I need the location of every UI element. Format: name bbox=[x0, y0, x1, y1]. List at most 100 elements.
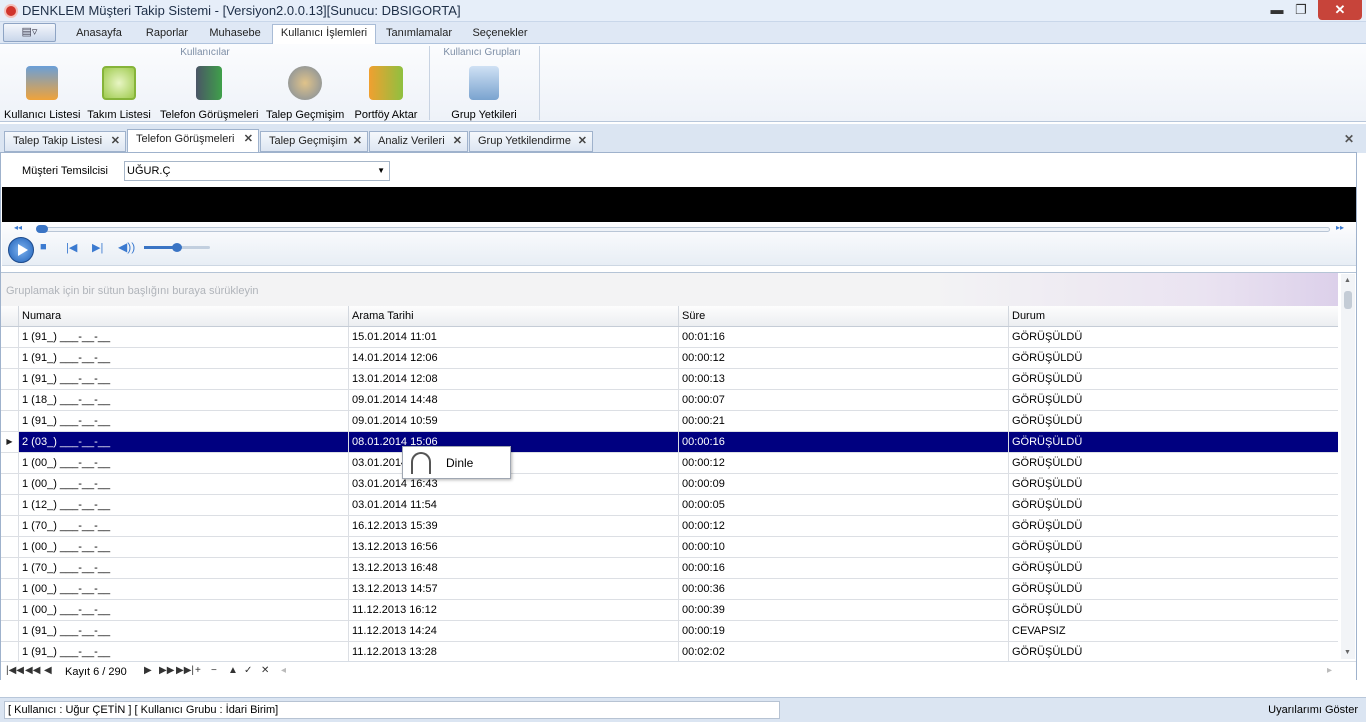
scroll-up-icon[interactable]: ▲ bbox=[1344, 277, 1351, 284]
first-record-icon[interactable]: |◀◀ bbox=[6, 665, 24, 676]
next-page-icon[interactable]: ▶▶ bbox=[159, 665, 174, 676]
cell-numara[interactable]: 1 (00_) ___-__-__ bbox=[18, 600, 348, 620]
cell-durum[interactable]: GÖRÜŞÜLDÜ bbox=[1008, 516, 1338, 536]
table-row[interactable]: 1 (91_) ___-__-__ 14.01.2014 12:06 00:00:1… bbox=[1, 348, 1338, 369]
play-button[interactable] bbox=[8, 237, 34, 263]
column-header-durum[interactable]: Durum bbox=[1008, 306, 1338, 326]
tab-raporlar[interactable]: Raporlar bbox=[136, 25, 198, 44]
edit-record-icon[interactable]: ▲ bbox=[228, 665, 238, 676]
cell-sure[interactable]: 00:00:21 bbox=[678, 411, 1008, 431]
table-row[interactable]: 1 (91_) ___-__-__ 13.01.2014 12:08 00:00:1… bbox=[1, 369, 1338, 390]
cell-arama-tarihi[interactable]: 09.01.2014 14:48 bbox=[348, 390, 678, 410]
row-indicator[interactable] bbox=[1, 558, 18, 578]
cell-durum[interactable]: GÖRÜŞÜLDÜ bbox=[1008, 579, 1338, 599]
cell-durum[interactable]: GÖRÜŞÜLDÜ bbox=[1008, 474, 1338, 494]
row-indicator[interactable] bbox=[1, 495, 18, 515]
close-tab-icon[interactable]: ✕ bbox=[244, 130, 253, 149]
cell-numara[interactable]: 1 (70_) ___-__-__ bbox=[18, 516, 348, 536]
doc-tab-talep-gecmisim[interactable]: Talep Geçmişim ✕ bbox=[260, 131, 368, 152]
close-button[interactable]: ✕ bbox=[1318, 0, 1362, 20]
cell-sure[interactable]: 00:00:10 bbox=[678, 537, 1008, 557]
scroll-left-icon[interactable]: ◂ bbox=[281, 665, 286, 676]
cell-durum[interactable]: GÖRÜŞÜLDÜ bbox=[1008, 453, 1338, 473]
cell-arama-tarihi[interactable]: 13.01.2014 12:08 bbox=[348, 369, 678, 389]
cell-numara[interactable]: 1 (91_) ___-__-__ bbox=[18, 327, 348, 347]
volume-icon[interactable]: ◀)) bbox=[118, 240, 135, 254]
scroll-right-icon[interactable]: ▸ bbox=[1327, 665, 1332, 676]
cell-arama-tarihi[interactable]: 15.01.2014 11:01 bbox=[348, 327, 678, 347]
application-menu-button[interactable]: ▤▿ bbox=[3, 23, 56, 42]
cell-sure[interactable]: 00:00:16 bbox=[678, 558, 1008, 578]
cell-durum[interactable]: GÖRÜŞÜLDÜ bbox=[1008, 369, 1338, 389]
cell-sure[interactable]: 00:00:19 bbox=[678, 621, 1008, 641]
group-panel[interactable]: Gruplamak için bir sütun başlığını buray… bbox=[1, 273, 1338, 306]
cell-numara[interactable]: 1 (18_) ___-__-__ bbox=[18, 390, 348, 410]
column-header-numara[interactable]: Numara bbox=[18, 306, 348, 326]
tab-muhasebe[interactable]: Muhasebe bbox=[198, 25, 272, 44]
close-tab-icon[interactable]: ✕ bbox=[111, 132, 120, 151]
table-row[interactable]: 1 (18_) ___-__-__ 09.01.2014 14:48 00:00:0… bbox=[1, 390, 1338, 411]
table-row[interactable]: 1 (91_) ___-__-__ 11.12.2013 14:24 00:00:1… bbox=[1, 621, 1338, 642]
doc-tab-telefon-gorusmeleri[interactable]: Telefon Görüşmeleri ✕ bbox=[127, 129, 259, 153]
musteri-temsilcisi-select[interactable]: UĞUR.Ç ▼ bbox=[124, 161, 390, 181]
row-indicator[interactable] bbox=[1, 474, 18, 494]
cell-sure[interactable]: 00:00:12 bbox=[678, 516, 1008, 536]
volume-thumb[interactable] bbox=[172, 243, 182, 252]
cell-durum[interactable]: GÖRÜŞÜLDÜ bbox=[1008, 558, 1338, 578]
cell-sure[interactable]: 00:00:39 bbox=[678, 600, 1008, 620]
row-indicator[interactable] bbox=[1, 327, 18, 347]
previous-page-icon[interactable]: ◀◀ bbox=[25, 665, 40, 676]
cell-arama-tarihi[interactable]: 13.12.2013 16:48 bbox=[348, 558, 678, 578]
scroll-thumb[interactable] bbox=[1344, 291, 1352, 309]
row-indicator[interactable] bbox=[1, 537, 18, 557]
cell-numara[interactable]: 1 (00_) ___-__-__ bbox=[18, 453, 348, 473]
close-tab-icon[interactable]: ✕ bbox=[578, 132, 587, 151]
cell-arama-tarihi[interactable]: 13.12.2013 16:56 bbox=[348, 537, 678, 557]
close-tab-icon[interactable]: ✕ bbox=[353, 132, 362, 151]
seek-thumb[interactable] bbox=[36, 225, 48, 233]
row-indicator[interactable] bbox=[1, 642, 18, 662]
cell-arama-tarihi[interactable]: 03.01.2014 11:54 bbox=[348, 495, 678, 515]
cell-arama-tarihi[interactable]: 13.12.2013 14:57 bbox=[348, 579, 678, 599]
last-record-icon[interactable]: ▶▶| bbox=[176, 665, 194, 676]
row-indicator[interactable] bbox=[1, 516, 18, 536]
cell-numara[interactable]: 1 (91_) ___-__-__ bbox=[18, 642, 348, 662]
cell-durum[interactable]: GÖRÜŞÜLDÜ bbox=[1008, 411, 1338, 431]
cell-numara[interactable]: 1 (00_) ___-__-__ bbox=[18, 579, 348, 599]
cell-durum[interactable]: GÖRÜŞÜLDÜ bbox=[1008, 537, 1338, 557]
table-row[interactable]: 1 (12_) ___-__-__ 03.01.2014 11:54 00:00:0… bbox=[1, 495, 1338, 516]
cell-arama-tarihi[interactable]: 03.01.2014 bbox=[348, 453, 678, 473]
cell-durum[interactable]: GÖRÜŞÜLDÜ bbox=[1008, 348, 1338, 368]
cell-durum[interactable]: GÖRÜŞÜLDÜ bbox=[1008, 642, 1338, 662]
seek-bar[interactable] bbox=[38, 227, 1330, 232]
add-record-icon[interactable]: + bbox=[195, 665, 201, 676]
context-menu-item-dinle[interactable]: Dinle bbox=[446, 456, 473, 470]
delete-record-icon[interactable]: − bbox=[211, 665, 217, 676]
table-row[interactable]: 1 (00_) ___-__-__ 13.12.2013 14:57 00:00:3… bbox=[1, 579, 1338, 600]
cell-durum[interactable]: GÖRÜŞÜLDÜ bbox=[1008, 327, 1338, 347]
cell-sure[interactable]: 00:00:12 bbox=[678, 453, 1008, 473]
grup-yetkileri-button[interactable]: Grup Yetkileri bbox=[448, 66, 520, 121]
stop-icon[interactable]: ■ bbox=[40, 241, 47, 253]
cell-sure[interactable]: 00:00:12 bbox=[678, 348, 1008, 368]
cell-sure[interactable]: 00:00:09 bbox=[678, 474, 1008, 494]
table-row[interactable]: 1 (91_) ___-__-__ 09.01.2014 10:59 00:00:2… bbox=[1, 411, 1338, 432]
row-indicator[interactable] bbox=[1, 348, 18, 368]
tab-anasayfa[interactable]: Anasayfa bbox=[62, 25, 136, 44]
fast-forward-icon[interactable]: ▸▸ bbox=[1336, 223, 1344, 232]
cell-sure[interactable]: 00:00:07 bbox=[678, 390, 1008, 410]
cell-numara[interactable]: 1 (91_) ___-__-__ bbox=[18, 369, 348, 389]
cancel-record-icon[interactable]: ✕ bbox=[261, 665, 269, 676]
table-row[interactable]: 1 (91_) ___-__-__ 11.12.2013 13:28 00:02:0… bbox=[1, 642, 1338, 663]
table-row[interactable]: 1 (91_) ___-__-__ 15.01.2014 11:01 00:01:1… bbox=[1, 327, 1338, 348]
cell-sure[interactable]: 00:00:13 bbox=[678, 369, 1008, 389]
cell-sure[interactable]: 00:00:36 bbox=[678, 579, 1008, 599]
next-record-icon[interactable]: ▶ bbox=[144, 665, 152, 676]
cell-arama-tarihi[interactable]: 11.12.2013 14:24 bbox=[348, 621, 678, 641]
tab-kullanici-islemleri[interactable]: Kullanıcı İşlemleri bbox=[272, 24, 376, 45]
cell-numara[interactable]: 2 (03_) ___-__-__ bbox=[18, 432, 348, 452]
row-indicator[interactable] bbox=[1, 369, 18, 389]
cell-sure[interactable]: 00:00:05 bbox=[678, 495, 1008, 515]
cell-arama-tarihi[interactable]: 03.01.2014 16:43 bbox=[348, 474, 678, 494]
doc-tab-analiz-verileri[interactable]: Analiz Verileri ✕ bbox=[369, 131, 468, 152]
